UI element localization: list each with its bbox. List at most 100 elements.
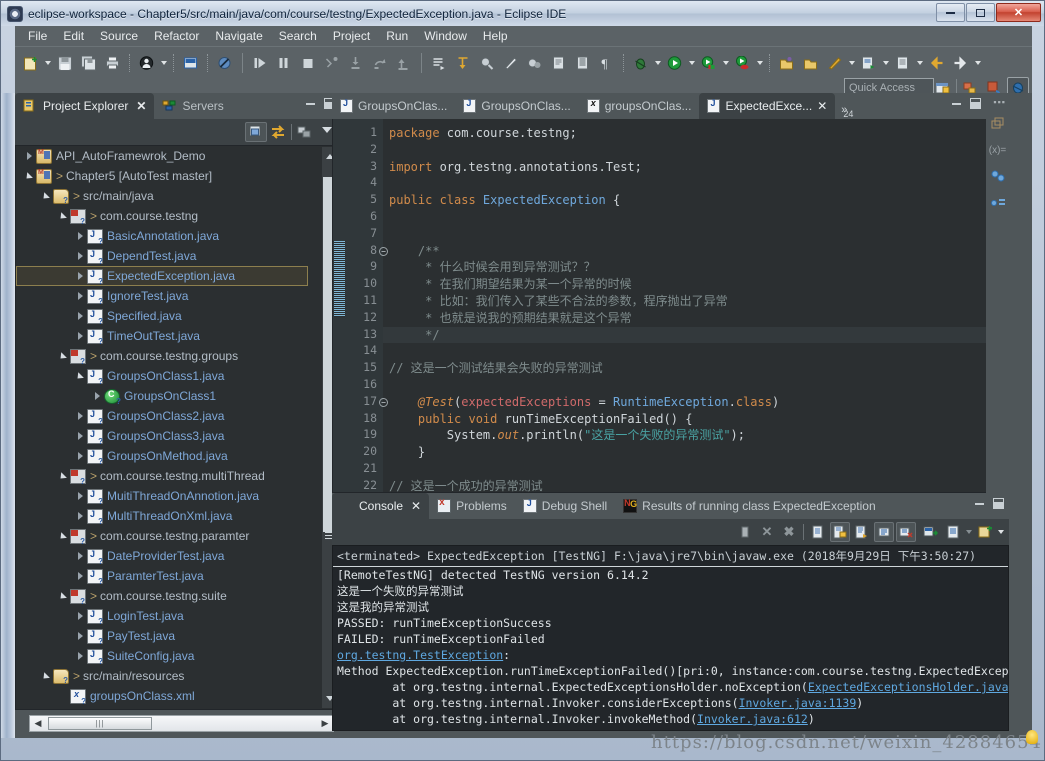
profile-icon[interactable] [732,52,754,74]
last-edit-icon[interactable] [892,52,914,74]
menu-item-window[interactable]: Window [416,27,475,45]
tree-item[interactable]: GroupsOnClass1 [16,386,308,406]
console-window-buttons[interactable] [974,498,1004,509]
expand-arrow-icon[interactable] [75,331,85,341]
code-line[interactable]: public class ExpectedException { [389,192,1008,209]
expand-arrow-icon[interactable] [92,391,102,401]
open-task-icon[interactable] [452,52,474,74]
new-console-icon[interactable] [975,522,995,542]
new-class-icon[interactable] [824,52,846,74]
code-line[interactable] [389,175,1008,192]
tree-item[interactable]: SuiteConfig.java [16,646,308,666]
console-tab-results-of-running-class-exp[interactable]: Results of running class ExpectedExcepti… [615,493,883,519]
code-area[interactable]: 1 package com.course.testng; 2 3 import org.… [332,119,1009,493]
console-toolbar[interactable]: ✕ ✖ [332,519,1009,545]
expressions-icon[interactable] [986,189,1009,215]
back-icon[interactable] [926,52,948,74]
clear-console-icon[interactable] [808,522,828,542]
close-icon[interactable]: ✕ [817,99,827,113]
code-line[interactable] [389,461,1008,478]
code-line[interactable]: * 在我们期望结果为某一个异常的时候 [389,276,1008,293]
menu-item-search[interactable]: Search [271,27,325,45]
dropdown-arrow[interactable] [687,53,697,73]
pin-console-icon[interactable] [874,522,894,542]
close-icon[interactable]: ✕ [136,99,146,113]
tree-item[interactable]: GroupsOnClass1.java [16,366,308,386]
menu-item-source[interactable]: Source [92,27,146,45]
maximize-button[interactable] [966,3,995,22]
remove-launch-icon[interactable]: ✕ [757,522,777,542]
tree-item[interactable]: groupsOnClass.xml [16,686,308,706]
tree-item[interactable]: ExpectedException.java [16,266,308,286]
console-tab-problems[interactable]: Problems [429,493,515,519]
tree-item[interactable]: >Chapter5 [AutoTest master] [16,166,308,186]
stacktrace-link[interactable]: Invoker.java:1139 [739,696,857,710]
dropdown-arrow[interactable] [43,53,53,73]
console-tab-debug-shell[interactable]: Debug Shell [515,493,615,519]
expand-arrow-icon[interactable] [75,551,85,561]
tree-item[interactable]: >src/main/java [16,186,308,206]
collapse-arrow-icon[interactable] [58,351,68,361]
tree-item[interactable]: >com.course.testng.groups [16,346,308,366]
dropdown-arrow[interactable] [755,53,765,73]
whitespace-icon[interactable]: ¶ [596,52,618,74]
open-console-icon[interactable] [180,52,202,74]
code-line[interactable]: } [389,444,1008,461]
console-output[interactable]: <terminated> ExpectedException [TestNG] … [332,545,1009,731]
menu-item-navigate[interactable]: Navigate [207,27,270,45]
step-over-icon[interactable] [369,52,391,74]
code-line[interactable]: // 这是一个成功的异常测试 [389,478,1008,492]
menu-item-refactor[interactable]: Refactor [146,27,207,45]
tree-item[interactable]: GroupsOnClass2.java [16,406,308,426]
disconnect-icon[interactable] [321,52,343,74]
close-icon[interactable]: ✕ [411,499,421,513]
expand-arrow-icon[interactable] [75,231,85,241]
window-controls[interactable]: ✕ [936,3,1041,22]
tree-item[interactable]: PayTest.java [16,626,308,646]
skip-all-breakpoints-icon[interactable] [214,52,236,74]
code-line[interactable]: import org.testng.annotations.Test; [389,159,1008,176]
collapse-arrow-icon[interactable] [41,671,51,681]
dropdown-arrow[interactable] [653,53,663,73]
menu-item-run[interactable]: Run [378,27,416,45]
terminate-icon[interactable] [297,52,319,74]
tree-item[interactable]: BasicAnnotation.java [16,226,308,246]
external-tools-icon[interactable] [858,52,880,74]
code-line[interactable] [389,209,1008,226]
tree-item[interactable]: >com.course.testng.suite [16,586,308,606]
dropdown-arrow[interactable] [964,522,974,542]
maximize-icon[interactable] [970,98,981,109]
editor-tab-0[interactable]: GroupsOnClas... [332,93,455,119]
stacktrace-link[interactable]: Invoker.java:612 [697,712,808,726]
editor-tab-1[interactable]: GroupsOnClas... [455,93,578,119]
tree-item[interactable]: ParamterTest.java [16,566,308,586]
dropdown-arrow[interactable] [721,53,731,73]
code-line[interactable] [389,343,1008,360]
fold-toggle-icon[interactable]: − [379,397,388,407]
dropdown-arrow-2[interactable] [996,522,1006,542]
code-line[interactable]: /** [389,243,1008,260]
view-tab-bar[interactable]: Project Explorer ✕ Servers [15,93,340,119]
user-icon[interactable] [136,52,158,74]
editor-tab-3[interactable]: ExpectedExce... ✕ [699,93,836,119]
tree-item[interactable]: LoginTest.java [16,606,308,626]
display-selected-console-icon[interactable] [896,522,916,542]
expand-arrow-icon[interactable] [75,451,85,461]
link-with-editor-icon[interactable] [267,122,289,142]
fold-toggle-icon[interactable]: − [379,246,388,256]
maximize-icon[interactable] [993,498,1004,509]
tree-item[interactable]: GroupsOnClass3.java [16,426,308,446]
expand-arrow-icon[interactable] [75,251,85,261]
collapse-arrow-icon[interactable] [24,171,34,181]
editor-tab-2[interactable]: groupsOnClas... [579,93,700,119]
stacktrace-link[interactable]: org.testng.TestException [337,648,503,662]
new-console-view-icon[interactable] [943,522,963,542]
minimize-icon[interactable] [305,98,316,109]
code-line[interactable]: * 什么时候会用到异常测试？？ [389,259,1008,276]
project-explorer-toolbar[interactable] [15,119,340,145]
view-window-buttons[interactable] [305,98,335,109]
minimize-button[interactable] [936,3,965,22]
collapse-arrow-icon[interactable] [58,531,68,541]
coverage-icon[interactable] [698,52,720,74]
tree-item[interactable]: MuitiThreadOnAnnotion.java [16,486,308,506]
